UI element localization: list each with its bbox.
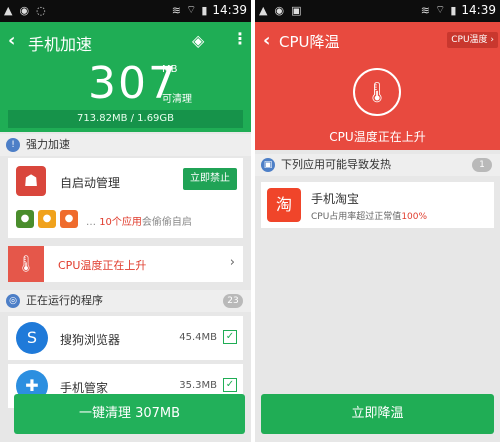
image-icon: ▣ bbox=[291, 4, 302, 17]
memory-usage-bar: 713.82MB / 1.69GB bbox=[8, 110, 243, 128]
startup-label: 自启动管理 bbox=[60, 176, 121, 190]
cpu-warning-row[interactable]: 🌡 CPU温度正在上升 › bbox=[8, 246, 243, 282]
gamepad-icon[interactable]: ◈ bbox=[192, 31, 204, 50]
sogou-browser-icon: S bbox=[16, 322, 48, 354]
list-item[interactable]: 淘 手机淘宝 CPU占用率超过正常值100% bbox=[261, 182, 494, 228]
bluetooth-icon: ◌ bbox=[36, 4, 46, 17]
wifi-icon: ⌔ bbox=[186, 3, 197, 16]
app-icon-3: ● bbox=[60, 210, 78, 228]
section-heat-apps: ▣ 下列应用可能导致发热 1 bbox=[255, 154, 500, 176]
more-icon[interactable]: ⋮ bbox=[232, 29, 248, 48]
one-click-clean-button[interactable]: 一键清理 307MB bbox=[14, 394, 245, 434]
page-title: 手机加速 bbox=[28, 35, 93, 54]
right-screen: ▲ ◉ ▣ ≋ ⌔ ▮ 14:39 ‹ CPU降温 CPU温度 › 🌡 CPU温… bbox=[255, 0, 500, 442]
left-screen: ▲ ◉ ◌ ≋ ⌔ ▮ 14:39 ‹ 手机加速 ◈ ⋮ 307 MB 可清理 … bbox=[0, 0, 251, 442]
chevron-right-icon: › bbox=[229, 255, 235, 270]
forbid-button[interactable]: 立即禁止 bbox=[183, 168, 237, 190]
status-bar: ▲ ◉ ▣ ≋ ⌔ ▮ 14:39 bbox=[255, 0, 500, 22]
cpu-header: ‹ CPU降温 CPU温度 › 🌡 CPU温度正在上升 bbox=[255, 22, 500, 150]
page-title: CPU降温 bbox=[279, 33, 340, 51]
notification-icon: ◉ bbox=[274, 4, 285, 17]
signal-icon: ≋ bbox=[171, 3, 181, 17]
startup-manager-card: ☗ 自启动管理 立即禁止 ● ● ● … 10个应用会偷偷自启 bbox=[8, 158, 243, 238]
battery-icon: ▮ bbox=[450, 3, 457, 17]
signal-icon: ≋ bbox=[420, 3, 430, 17]
status-bar: ▲ ◉ ◌ ≋ ⌔ ▮ 14:39 bbox=[0, 0, 251, 22]
chip-icon: ▣ bbox=[261, 158, 275, 172]
cleanable-unit: MB bbox=[162, 64, 178, 75]
taobao-icon: 淘 bbox=[267, 188, 301, 222]
cpu-warning-text: CPU温度正在上升 bbox=[58, 259, 147, 272]
list-item[interactable]: S 搜狗浏览器 45.4MB ✓ bbox=[8, 316, 243, 360]
battery-icon: ▮ bbox=[201, 3, 208, 17]
info-icon: ! bbox=[6, 138, 20, 152]
back-icon[interactable]: ‹ bbox=[263, 30, 270, 51]
app-icon-2: ● bbox=[38, 210, 56, 228]
running-icon: ◎ bbox=[6, 294, 20, 308]
section-power-boost: ! 强力加速 bbox=[0, 134, 251, 156]
running-count-badge: 23 bbox=[223, 294, 243, 308]
cpu-temp-tag[interactable]: CPU温度 › bbox=[447, 32, 498, 48]
android-icon: ☗ bbox=[16, 166, 46, 196]
thermometer-icon: 🌡 bbox=[353, 68, 401, 116]
warning-icon: ▲ bbox=[4, 4, 13, 17]
section-running: ◎ 正在运行的程序 23 bbox=[0, 290, 251, 312]
cool-down-button[interactable]: 立即降温 bbox=[261, 394, 494, 434]
checkbox[interactable]: ✓ bbox=[223, 330, 237, 344]
clock: 14:39 bbox=[461, 3, 496, 17]
thermometer-icon: 🌡 bbox=[8, 246, 44, 282]
cleanable-label: 可清理 bbox=[162, 94, 192, 105]
wifi-icon: ⌔ bbox=[435, 3, 446, 16]
app-icon-1: ● bbox=[16, 210, 34, 228]
clock: 14:39 bbox=[212, 3, 247, 17]
back-icon[interactable]: ‹ bbox=[8, 30, 15, 51]
cpu-status-text: CPU温度正在上升 bbox=[329, 130, 426, 144]
checkbox[interactable]: ✓ bbox=[223, 378, 237, 392]
heat-count-badge: 1 bbox=[472, 158, 492, 172]
notification-icon: ◉ bbox=[19, 4, 30, 17]
autostart-note: … 10个应用会偷偷自启 bbox=[86, 217, 192, 228]
warning-icon: ▲ bbox=[259, 4, 268, 17]
